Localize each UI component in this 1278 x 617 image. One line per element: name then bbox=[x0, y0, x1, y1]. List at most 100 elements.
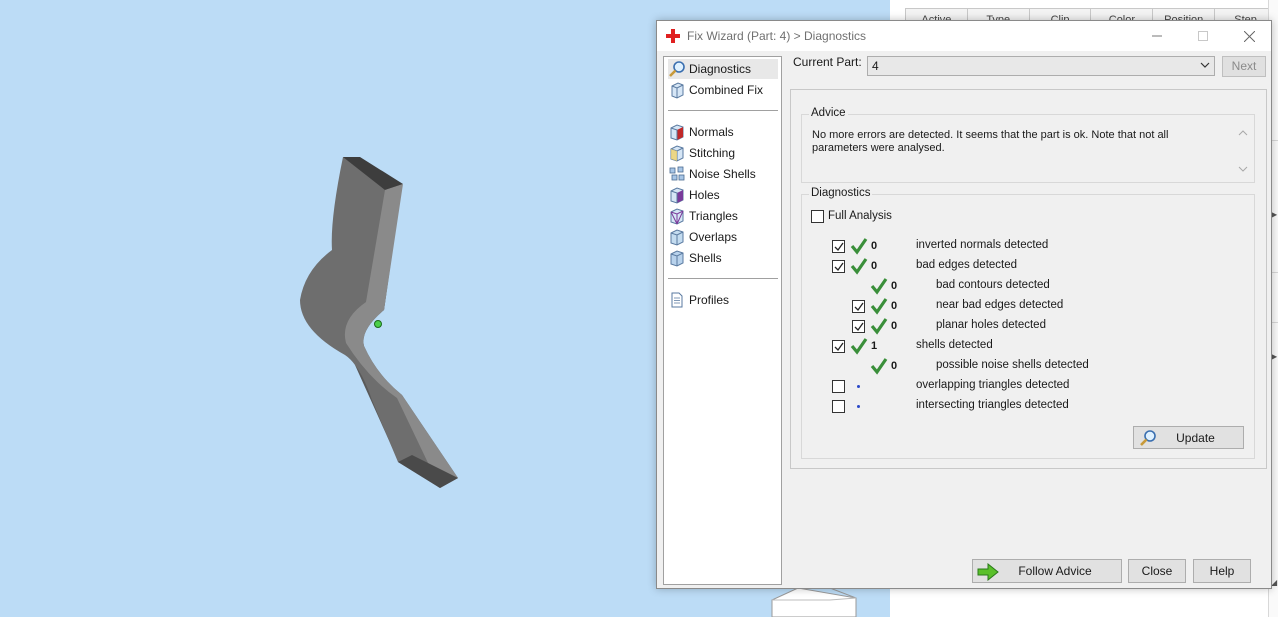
nav-label: Profiles bbox=[689, 293, 730, 307]
advice-scrollbar[interactable] bbox=[1236, 127, 1250, 175]
maximize-icon bbox=[1198, 31, 1208, 41]
noise-shells-icon bbox=[669, 166, 685, 181]
green-check-icon bbox=[870, 298, 888, 315]
update-label: Update bbox=[1176, 430, 1215, 445]
nav-separator bbox=[668, 110, 778, 111]
advice-text: No more errors are detected. It seems th… bbox=[812, 129, 1169, 154]
magnifier-icon bbox=[1140, 430, 1156, 446]
title-bar[interactable]: Fix Wizard (Part: 4) > Diagnostics bbox=[657, 21, 1271, 51]
nav-item-holes[interactable]: Holes bbox=[668, 185, 778, 205]
row-checkbox[interactable] bbox=[852, 300, 865, 313]
row-count: 0 bbox=[891, 280, 898, 292]
nav-item-combined-fix[interactable]: Combined Fix bbox=[668, 80, 778, 100]
nav-label: Noise Shells bbox=[689, 167, 756, 181]
row-checkbox[interactable] bbox=[832, 400, 845, 413]
checkmark-icon bbox=[834, 262, 844, 272]
pivot-marker bbox=[374, 320, 382, 328]
nav-item-profiles[interactable]: Profiles bbox=[668, 290, 778, 310]
row-checkbox[interactable] bbox=[832, 260, 845, 273]
advice-title: Advice bbox=[809, 107, 848, 119]
close-button[interactable]: Close bbox=[1128, 559, 1186, 583]
current-part-select[interactable]: 4 bbox=[867, 56, 1215, 76]
row-label: planar holes detected bbox=[936, 319, 1046, 331]
row-count: 0 bbox=[891, 360, 898, 372]
follow-advice-button[interactable]: Follow Advice bbox=[972, 559, 1122, 583]
nav-separator bbox=[668, 278, 778, 279]
green-check-icon bbox=[870, 318, 888, 335]
row-count: 0 bbox=[891, 320, 898, 332]
triangles-cube-icon bbox=[670, 208, 684, 225]
document-icon bbox=[671, 292, 683, 308]
nav-item-normals[interactable]: Normals bbox=[668, 122, 778, 142]
nav-label: Triangles bbox=[689, 209, 738, 223]
green-check-icon bbox=[850, 238, 868, 255]
row-label: possible noise shells detected bbox=[936, 359, 1089, 371]
minimize-icon bbox=[1152, 35, 1162, 37]
nav-label: Diagnostics bbox=[689, 62, 752, 76]
checkmark-icon bbox=[854, 302, 864, 312]
main-content-box: Advice No more errors are detected. It s… bbox=[790, 89, 1267, 469]
dialog-title: Fix Wizard (Part: 4) > Diagnostics bbox=[687, 29, 867, 43]
current-part-value: 4 bbox=[872, 59, 879, 73]
nav-item-diagnostics[interactable]: Diagnostics bbox=[668, 59, 778, 79]
next-button[interactable]: Next bbox=[1222, 56, 1266, 77]
holes-cube-icon bbox=[670, 187, 684, 204]
green-check-icon bbox=[870, 358, 888, 375]
checkmark-icon bbox=[834, 242, 844, 252]
checkmark-icon bbox=[834, 342, 844, 352]
full-analysis-checkbox[interactable] bbox=[811, 210, 824, 223]
nav-label: Stitching bbox=[689, 146, 736, 160]
help-button[interactable]: Help bbox=[1193, 559, 1251, 583]
stitching-cube-icon bbox=[670, 145, 684, 162]
nav-label: Holes bbox=[689, 188, 720, 202]
normals-cube-icon bbox=[670, 124, 684, 141]
chevron-down-icon bbox=[1200, 62, 1210, 68]
row-label: shells detected bbox=[916, 339, 993, 351]
row-count: 0 bbox=[871, 240, 878, 252]
close-icon bbox=[1243, 30, 1255, 42]
row-label: intersecting triangles detected bbox=[916, 399, 1069, 411]
row-count: 0 bbox=[871, 260, 878, 272]
green-check-icon bbox=[870, 278, 888, 295]
checkmark-icon bbox=[854, 322, 864, 332]
row-label: overlapping triangles detected bbox=[916, 379, 1070, 391]
nav-label: Shells bbox=[689, 251, 722, 265]
nav-item-stitching[interactable]: Stitching bbox=[668, 143, 778, 163]
pending-dot-icon bbox=[857, 405, 860, 408]
row-count: 0 bbox=[891, 300, 898, 312]
nav-label: Combined Fix bbox=[689, 83, 764, 97]
green-check-icon bbox=[850, 258, 868, 275]
nav-label: Overlaps bbox=[689, 230, 738, 244]
full-analysis-label: Full Analysis bbox=[828, 210, 892, 222]
row-count: 1 bbox=[871, 340, 878, 352]
row-label: bad contours detected bbox=[936, 279, 1050, 291]
diagnostics-group: Diagnostics Full Analysis 0 inverted nor… bbox=[801, 187, 1255, 459]
row-label: near bad edges detected bbox=[936, 299, 1064, 311]
app-cross-icon bbox=[666, 29, 680, 43]
pending-dot-icon bbox=[857, 385, 860, 388]
close-window-button[interactable] bbox=[1226, 21, 1272, 51]
nav-label: Normals bbox=[689, 125, 734, 139]
row-checkbox[interactable] bbox=[852, 320, 865, 333]
update-button[interactable]: Update bbox=[1133, 426, 1244, 449]
magnifier-icon bbox=[669, 61, 685, 77]
advice-group: Advice No more errors are detected. It s… bbox=[801, 107, 1255, 183]
arrow-right-icon bbox=[977, 563, 999, 581]
wizard-nav: Diagnostics Combined Fix Normals Stitchi… bbox=[663, 56, 782, 585]
row-label: bad edges detected bbox=[916, 259, 1018, 271]
nav-item-shells[interactable]: Shells bbox=[668, 248, 778, 268]
nav-item-noise-shells[interactable]: Noise Shells bbox=[668, 164, 778, 184]
minimize-button[interactable] bbox=[1134, 21, 1180, 51]
cube-icon bbox=[671, 82, 684, 99]
row-checkbox[interactable] bbox=[832, 240, 845, 253]
fix-wizard-dialog: Fix Wizard (Part: 4) > Diagnostics Diagn… bbox=[656, 20, 1272, 589]
diagnostics-title: Diagnostics bbox=[809, 187, 873, 199]
nav-item-overlaps[interactable]: Overlaps bbox=[668, 227, 778, 247]
follow-advice-label: Follow Advice bbox=[1018, 564, 1092, 578]
row-label: inverted normals detected bbox=[916, 239, 1049, 251]
maximize-button[interactable] bbox=[1180, 21, 1226, 51]
row-checkbox[interactable] bbox=[832, 380, 845, 393]
current-part-label: Current Part: bbox=[793, 55, 862, 69]
nav-item-triangles[interactable]: Triangles bbox=[668, 206, 778, 226]
row-checkbox[interactable] bbox=[832, 340, 845, 353]
